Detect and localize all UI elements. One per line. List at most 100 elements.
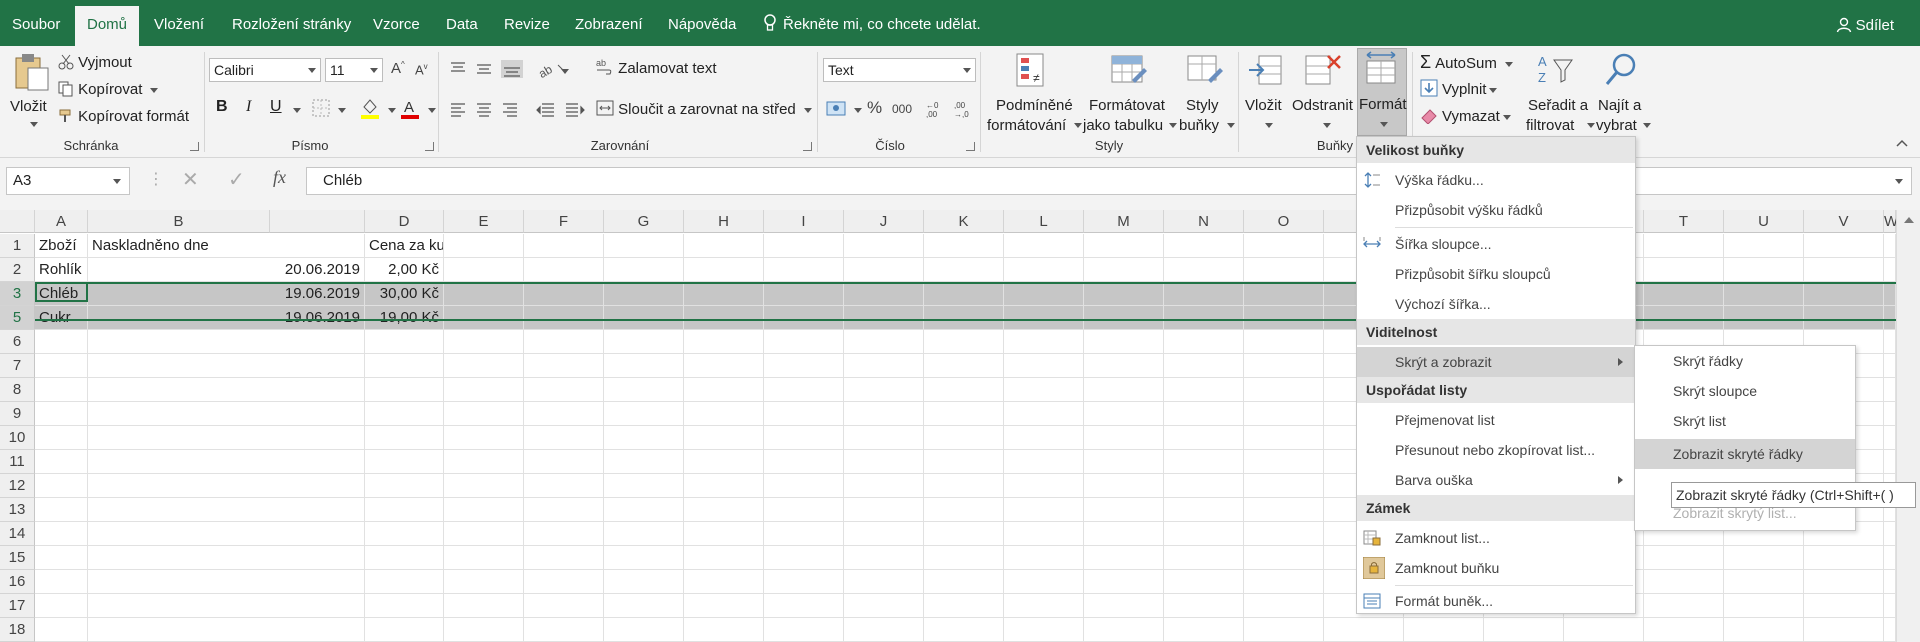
- grid-cell[interactable]: Naskladněno dne: [88, 234, 365, 258]
- row-header[interactable]: 13: [0, 498, 35, 522]
- grid-cell[interactable]: [1884, 546, 1896, 570]
- grid-cell[interactable]: [524, 330, 604, 354]
- grid-cell[interactable]: [844, 618, 924, 642]
- grid-cell[interactable]: [684, 522, 764, 546]
- grid-cell[interactable]: [1884, 426, 1896, 450]
- grid-cell[interactable]: [844, 546, 924, 570]
- grid-cell[interactable]: [1164, 306, 1244, 330]
- grid-cell[interactable]: [1084, 330, 1164, 354]
- row-header[interactable]: 8: [0, 378, 35, 402]
- grid-cell[interactable]: [844, 570, 924, 594]
- grid-cell[interactable]: [1724, 282, 1804, 306]
- grid-cell[interactable]: [764, 354, 844, 378]
- grid-cell[interactable]: [924, 522, 1004, 546]
- row-header[interactable]: 12: [0, 474, 35, 498]
- grid-cell[interactable]: [365, 618, 444, 642]
- grid-cell[interactable]: [764, 282, 844, 306]
- grid-cell[interactable]: [1724, 546, 1804, 570]
- menu-item-column-width[interactable]: Šířka sloupce...: [1357, 229, 1635, 259]
- grid-cell[interactable]: [444, 258, 524, 282]
- number-launcher-icon[interactable]: [966, 142, 975, 151]
- grid-cell[interactable]: [684, 258, 764, 282]
- grid-cell[interactable]: [924, 282, 1004, 306]
- grid-cell[interactable]: [764, 474, 844, 498]
- grid-cell[interactable]: [1084, 426, 1164, 450]
- grid-cell[interactable]: [604, 474, 684, 498]
- grid-cell[interactable]: [1084, 354, 1164, 378]
- font-name-combo[interactable]: Calibri: [209, 58, 321, 82]
- grid-cell[interactable]: [1244, 570, 1324, 594]
- grid-cell[interactable]: [684, 546, 764, 570]
- grid-cell[interactable]: [524, 546, 604, 570]
- grid-cell[interactable]: [1084, 474, 1164, 498]
- borders-icon[interactable]: [312, 99, 330, 117]
- grid-cell[interactable]: [444, 234, 524, 258]
- font-size-combo[interactable]: 11: [325, 58, 383, 82]
- grid-cell[interactable]: [604, 594, 684, 618]
- grid-cell[interactable]: [1164, 258, 1244, 282]
- grid-cell[interactable]: [924, 618, 1004, 642]
- grid-cell[interactable]: [924, 234, 1004, 258]
- grid-cell[interactable]: [365, 426, 444, 450]
- tab-view[interactable]: Zobrazení: [575, 0, 643, 46]
- grid-cell[interactable]: [88, 378, 365, 402]
- grid-cell[interactable]: [1804, 594, 1884, 618]
- tab-insert[interactable]: Vložení: [154, 0, 204, 46]
- accounting-format-icon[interactable]: [826, 99, 848, 119]
- format-cells-button[interactable]: Formát: [1357, 48, 1407, 136]
- grid-cell[interactable]: [444, 522, 524, 546]
- grid-cell[interactable]: [1084, 450, 1164, 474]
- increase-font-icon[interactable]: A^: [391, 60, 405, 77]
- grid-cell[interactable]: [1004, 546, 1084, 570]
- grid-cell[interactable]: [444, 282, 524, 306]
- grid-cell[interactable]: [1244, 258, 1324, 282]
- column-header[interactable]: B: [88, 210, 270, 233]
- grid-cell[interactable]: [684, 570, 764, 594]
- grid-cell[interactable]: [524, 522, 604, 546]
- grid-cell[interactable]: [524, 618, 604, 642]
- row-header[interactable]: 10: [0, 426, 35, 450]
- grid-cell[interactable]: [1004, 282, 1084, 306]
- grid-cell[interactable]: [924, 330, 1004, 354]
- menu-item-autofit-column[interactable]: Přizpůsobit šířku sloupců: [1357, 259, 1635, 289]
- horizontal-align-icons[interactable]: [449, 101, 527, 119]
- fill-button[interactable]: Vyplnit: [1420, 79, 1498, 98]
- grid-cell[interactable]: [1884, 330, 1896, 354]
- vertical-align-icons[interactable]: [449, 60, 527, 78]
- grid-cell[interactable]: [604, 522, 684, 546]
- grid-cell[interactable]: [88, 426, 365, 450]
- grid-cell[interactable]: [684, 282, 764, 306]
- grid-cell[interactable]: [524, 282, 604, 306]
- grid-cell[interactable]: [365, 498, 444, 522]
- grid-cell[interactable]: [844, 258, 924, 282]
- grid-cell[interactable]: [365, 378, 444, 402]
- grid-cell[interactable]: [1244, 282, 1324, 306]
- grid-cell[interactable]: [35, 354, 88, 378]
- grid-cell[interactable]: [1884, 570, 1896, 594]
- grid-cell[interactable]: 19.06.2019: [88, 282, 365, 306]
- cell-styles-button[interactable]: Styly buňky: [1176, 50, 1235, 134]
- grid-cell[interactable]: [604, 498, 684, 522]
- grid-cell[interactable]: [1084, 594, 1164, 618]
- paste-button[interactable]: Vložit: [8, 50, 50, 132]
- column-header[interactable]: I: [764, 210, 844, 233]
- grid-cell[interactable]: [88, 618, 365, 642]
- grid-cell[interactable]: [1884, 402, 1896, 426]
- grid-cell[interactable]: [684, 378, 764, 402]
- grid-cell[interactable]: [1884, 258, 1896, 282]
- grid-cell[interactable]: [1084, 306, 1164, 330]
- grid-cell[interactable]: [604, 570, 684, 594]
- grid-cell[interactable]: [844, 474, 924, 498]
- comma-style-button[interactable]: 000: [892, 102, 912, 116]
- name-box[interactable]: A3: [6, 167, 130, 195]
- grid-cell[interactable]: [88, 354, 365, 378]
- grid-cell[interactable]: [35, 570, 88, 594]
- grid-cell[interactable]: [924, 426, 1004, 450]
- menu-item-default-width[interactable]: Výchozí šířka...: [1357, 289, 1635, 319]
- grid-cell[interactable]: [1404, 618, 1484, 642]
- grid-cell[interactable]: [35, 546, 88, 570]
- scroll-up-icon[interactable]: [1903, 216, 1915, 224]
- indent-icons[interactable]: [536, 101, 586, 119]
- grid-cell[interactable]: [1884, 522, 1896, 546]
- grid-cell[interactable]: [1804, 546, 1884, 570]
